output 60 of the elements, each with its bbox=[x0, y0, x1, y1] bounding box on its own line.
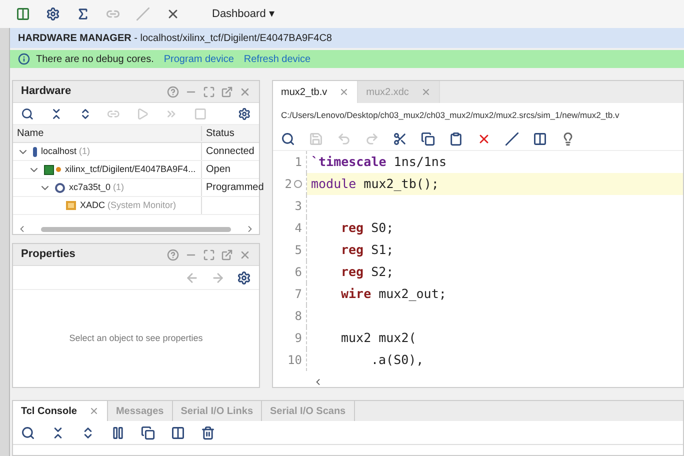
cut-icon[interactable] bbox=[393, 132, 407, 146]
settings-icon[interactable] bbox=[238, 106, 251, 120]
columns-icon[interactable] bbox=[533, 132, 547, 146]
disconnect-icon[interactable] bbox=[166, 7, 180, 21]
tree-item[interactable]: XADC (System Monitor) bbox=[80, 198, 176, 212]
scrollbar-thumb[interactable] bbox=[41, 226, 231, 232]
panel-title: Hardware bbox=[21, 84, 72, 100]
code-line: .a(S0), bbox=[370, 350, 425, 369]
line-number: 10 bbox=[288, 352, 302, 369]
copy-icon[interactable] bbox=[141, 426, 155, 440]
line-number: 1 bbox=[294, 154, 302, 171]
tree-item[interactable]: localhost (1) bbox=[41, 144, 90, 158]
banner-link[interactable]: Refresh device bbox=[244, 52, 311, 66]
banner-link[interactable]: Program device bbox=[164, 52, 234, 66]
layout-icon[interactable] bbox=[16, 7, 30, 21]
column-header: Name bbox=[16, 127, 45, 141]
search-icon[interactable] bbox=[21, 106, 34, 120]
line-number: 5 bbox=[294, 242, 302, 259]
code-line: reg S1; bbox=[340, 240, 395, 259]
dashboard-menu[interactable]: Dashboard ▾ bbox=[212, 6, 275, 22]
line-number: 2 bbox=[284, 176, 292, 193]
paste-icon[interactable] bbox=[449, 132, 463, 146]
line-number: 9 bbox=[294, 330, 302, 347]
line-number: 3 bbox=[294, 198, 302, 215]
line-number: 6 bbox=[294, 264, 302, 281]
status-text: Connected bbox=[206, 145, 254, 159]
file-path: C:/Users/Lenovo/Desktop/ch03_mux2/ch03_mux2/mux2/mux2.srcs/sim_1/new/mux2_tb.v bbox=[281, 108, 620, 122]
panel-title: Properties bbox=[21, 247, 76, 262]
sigma-icon[interactable] bbox=[76, 7, 90, 21]
settings-icon[interactable] bbox=[46, 7, 60, 21]
bulb-icon[interactable] bbox=[561, 132, 575, 146]
status-text: Programmed bbox=[206, 181, 264, 195]
close-icon[interactable] bbox=[339, 87, 350, 97]
search-icon[interactable] bbox=[21, 426, 35, 440]
code-line: wire mux2_out; bbox=[340, 284, 448, 303]
header-bar: HARDWARE MANAGER - localhost/xilinx_tcf/Digilent/E4047BA9F4C8 bbox=[10, 28, 684, 48]
column-header: Status bbox=[201, 126, 259, 141]
banner-message: There are no debug cores. bbox=[36, 52, 154, 66]
editor-tab[interactable]: mux2_tb.v bbox=[273, 81, 358, 103]
fold-icon[interactable] bbox=[294, 180, 302, 188]
close-icon[interactable] bbox=[88, 406, 99, 416]
empty-message: Select an object to see properties bbox=[69, 332, 203, 345]
line-number: 7 bbox=[294, 286, 302, 303]
code-line: mux2 mux2( bbox=[340, 328, 418, 347]
code-line: reg S2; bbox=[340, 262, 395, 281]
columns-icon[interactable] bbox=[171, 426, 185, 440]
pause-icon[interactable] bbox=[111, 426, 125, 440]
code-line: `timescale 1ns/1ns bbox=[310, 152, 448, 171]
line-number: 8 bbox=[294, 308, 302, 325]
line-number: 4 bbox=[294, 220, 302, 237]
info-icon[interactable] bbox=[18, 53, 30, 65]
tree-item[interactable]: xc7a35t_0 (1) bbox=[69, 180, 124, 194]
copy-icon[interactable] bbox=[421, 132, 435, 146]
tree-item[interactable]: xilinx_tcf/Digilent/E4047BA9F4... bbox=[65, 162, 196, 176]
trash-icon[interactable] bbox=[201, 426, 215, 440]
status-text: Open bbox=[206, 163, 230, 177]
settings-icon[interactable] bbox=[237, 270, 251, 284]
code-line: reg S0; bbox=[340, 218, 395, 237]
search-icon[interactable] bbox=[281, 132, 295, 146]
console-tab[interactable]: Tcl Console bbox=[13, 401, 108, 421]
